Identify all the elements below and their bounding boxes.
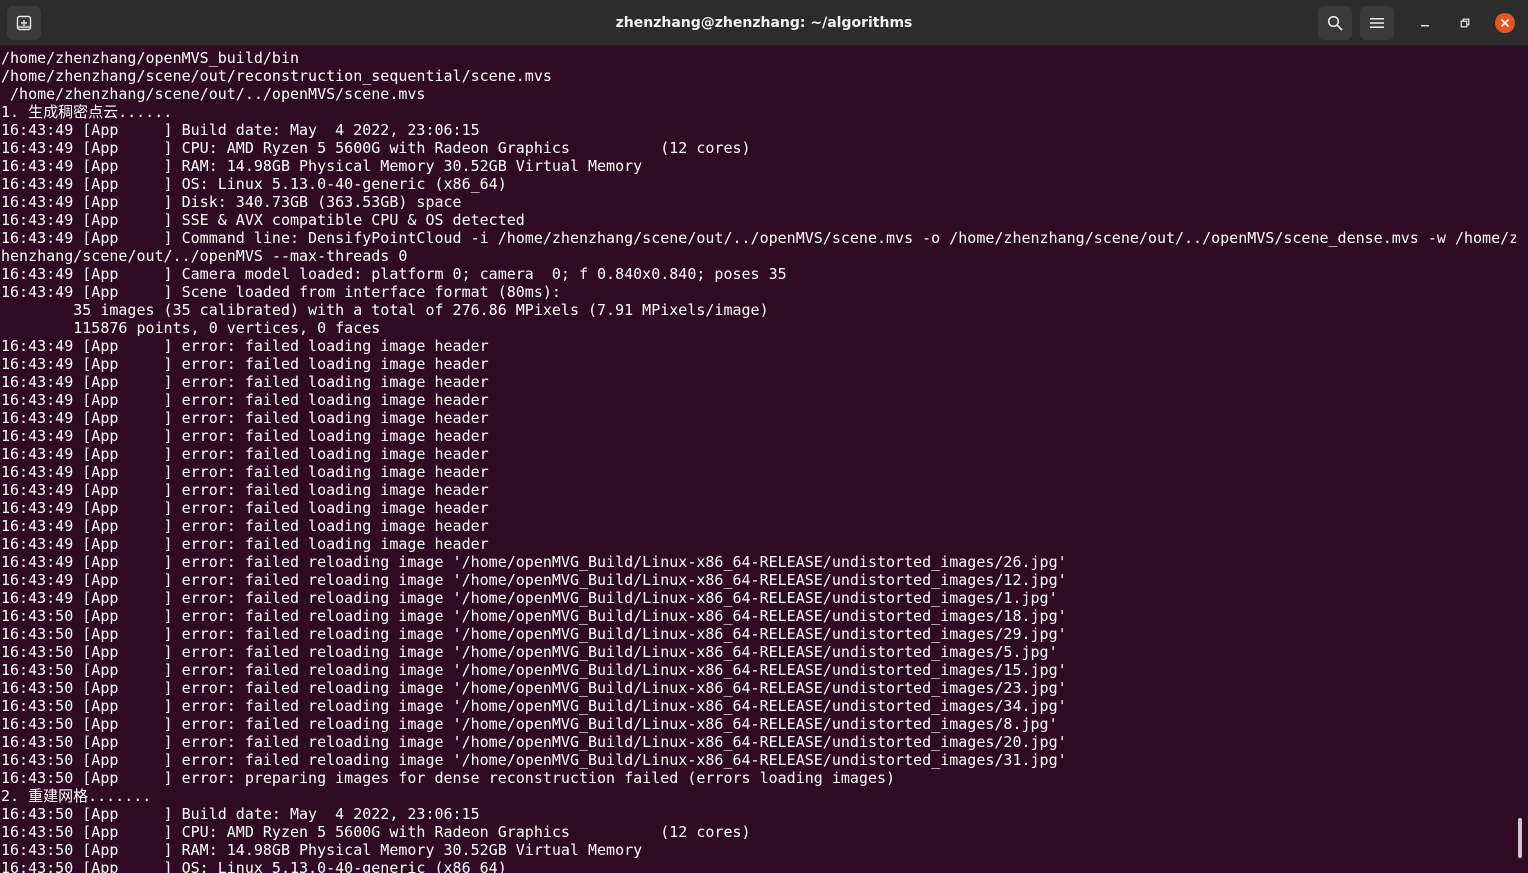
terminal-line: 16:43:50 [App ] error: failed reloading … (1, 733, 1067, 751)
terminal-line: 16:43:49 [App ] error: failed loading im… (1, 373, 489, 391)
terminal-line: 16:43:49 [App ] SSE & AVX compatible CPU… (1, 211, 525, 229)
terminal-line: 16:43:49 [App ] OS: Linux 5.13.0-40-gene… (1, 175, 507, 193)
close-icon (1501, 19, 1509, 27)
terminal-line: 16:43:50 [App ] error: failed reloading … (1, 715, 1058, 733)
search-button[interactable] (1318, 6, 1352, 40)
terminal-line: henzhang/scene/out/../openMVS --max-thre… (1, 247, 408, 265)
maximize-button[interactable] (1453, 11, 1477, 35)
terminal-line: 16:43:50 [App ] RAM: 14.98GB Physical Me… (1, 841, 643, 859)
hamburger-menu-icon (1370, 18, 1384, 28)
terminal-line: 16:43:50 [App ] OS: Linux 5.13.0-40-gene… (1, 859, 507, 873)
terminal-line: 16:43:49 [App ] error: failed loading im… (1, 535, 489, 553)
terminal-window: zhenzhang@zhenzhang: ~/algorithms /home/… (0, 0, 1528, 873)
window-title: zhenzhang@zhenzhang: ~/algorithms (615, 15, 913, 31)
terminal-line: 16:43:49 [App ] error: failed loading im… (1, 499, 489, 517)
terminal-line: 16:43:49 [App ] Scene loaded from interf… (1, 283, 561, 301)
close-button[interactable] (1495, 13, 1515, 33)
terminal-line: 16:43:49 [App ] error: failed loading im… (1, 337, 489, 355)
terminal-line: 16:43:50 [App ] error: preparing images … (1, 769, 896, 787)
terminal-lines: /home/zhenzhang/openMVS_build/bin/home/z… (1, 49, 1516, 873)
terminal-line: /home/zhenzhang/scene/out/reconstruction… (1, 67, 552, 85)
terminal-line: 16:43:49 [App ] error: failed loading im… (1, 445, 489, 463)
terminal-line: 16:43:50 [App ] Build date: May 4 2022, … (1, 805, 480, 823)
terminal-line: 16:43:50 [App ] error: failed reloading … (1, 661, 1067, 679)
terminal-line: 16:43:49 [App ] error: failed loading im… (1, 427, 489, 445)
terminal-line: 16:43:49 [App ] error: failed loading im… (1, 391, 489, 409)
terminal-line: 16:43:49 [App ] error: failed reloading … (1, 553, 1067, 571)
terminal-line: 16:43:50 [App ] error: failed reloading … (1, 751, 1067, 769)
terminal-line: 2. 重建网格....... (1, 787, 152, 805)
minimize-button[interactable] (1413, 11, 1437, 35)
terminal-line: 16:43:50 [App ] error: failed reloading … (1, 607, 1067, 625)
terminal-output[interactable]: /home/zhenzhang/openMVS_build/bin/home/z… (0, 46, 1516, 873)
terminal-line: 16:43:50 [App ] CPU: AMD Ryzen 5 5600G w… (1, 823, 751, 841)
terminal-line: 16:43:50 [App ] error: failed reloading … (1, 679, 1067, 697)
terminal-line: 16:43:49 [App ] error: failed loading im… (1, 409, 489, 427)
new-tab-button[interactable] (7, 6, 41, 40)
terminal-line: /home/zhenzhang/openMVS_build/bin (1, 49, 300, 67)
terminal-line: /home/zhenzhang/scene/out/../openMVS/sce… (1, 85, 426, 103)
terminal-line: 35 images (35 calibrated) with a total o… (1, 301, 769, 319)
scrollbar-thumb[interactable] (1518, 818, 1522, 858)
terminal-line: 16:43:49 [App ] CPU: AMD Ryzen 5 5600G w… (1, 139, 751, 157)
terminal-line: 16:43:50 [App ] error: failed reloading … (1, 697, 1067, 715)
terminal-line: 16:43:49 [App ] error: failed loading im… (1, 355, 489, 373)
terminal-line: 16:43:50 [App ] error: failed reloading … (1, 643, 1058, 661)
terminal-line: 16:43:49 [App ] Camera model loaded: pla… (1, 265, 787, 283)
terminal-line: 16:43:49 [App ] error: failed loading im… (1, 481, 489, 499)
terminal-line: 16:43:50 [App ] error: failed reloading … (1, 625, 1067, 643)
new-tab-icon (16, 15, 32, 31)
terminal-line: 16:43:49 [App ] error: failed reloading … (1, 589, 1058, 607)
maximize-icon (1460, 18, 1470, 28)
terminal-line: 16:43:49 [App ] error: failed loading im… (1, 517, 489, 535)
search-icon (1327, 15, 1343, 31)
scrollbar[interactable] (1516, 46, 1528, 873)
terminal-line: 16:43:49 [App ] error: failed loading im… (1, 463, 489, 481)
terminal-line: 16:43:49 [App ] error: failed reloading … (1, 571, 1067, 589)
title-bar[interactable]: zhenzhang@zhenzhang: ~/algorithms (0, 0, 1528, 46)
terminal-line: 16:43:49 [App ] Disk: 340.73GB (363.53GB… (1, 193, 462, 211)
terminal-line: 16:43:49 [App ] RAM: 14.98GB Physical Me… (1, 157, 643, 175)
terminal-line: 16:43:49 [App ] Command line: DensifyPoi… (1, 229, 1516, 247)
terminal-line: 16:43:49 [App ] Build date: May 4 2022, … (1, 121, 480, 139)
minimize-icon (1421, 25, 1429, 27)
terminal-line: 115876 points, 0 vertices, 0 faces (1, 319, 381, 337)
menu-button[interactable] (1360, 6, 1394, 40)
terminal-line: 1. 生成稠密点云...... (1, 103, 173, 121)
